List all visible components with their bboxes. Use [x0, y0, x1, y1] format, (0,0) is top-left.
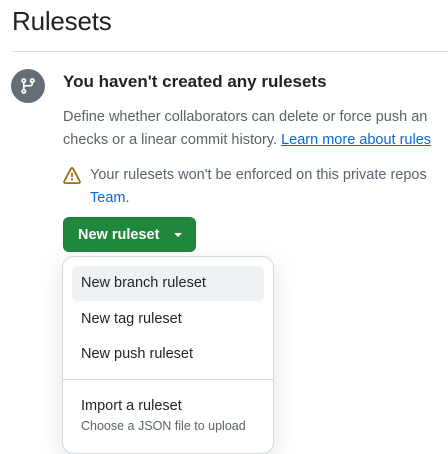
- new-ruleset-label: New ruleset: [78, 226, 160, 243]
- title-divider: [12, 51, 448, 52]
- menu-item-new-tag-ruleset[interactable]: New tag ruleset: [72, 302, 264, 337]
- menu-item-label: New push ruleset: [81, 346, 194, 362]
- learn-more-link[interactable]: Learn more about rules: [281, 132, 431, 148]
- import-ruleset-label: Import a ruleset: [81, 398, 182, 414]
- blankslate-description: Define whether collaborators can delete …: [63, 106, 448, 152]
- description-line-1: Define whether collaborators can delete …: [63, 109, 428, 125]
- warning-text: Your rulesets won't be enforced on this …: [90, 167, 427, 183]
- triangle-down-icon: [174, 233, 182, 237]
- menu-item-new-push-ruleset[interactable]: New push ruleset: [72, 337, 264, 372]
- menu-item-new-branch-ruleset[interactable]: New branch ruleset: [72, 266, 264, 301]
- page-title: Rulesets: [12, 6, 112, 36]
- new-ruleset-button[interactable]: New ruleset: [63, 217, 196, 252]
- new-ruleset-menu: New branch ruleset New tag ruleset New p…: [62, 256, 274, 454]
- menu-divider: [63, 379, 273, 380]
- menu-item-import-ruleset[interactable]: Import a ruleset Choose a JSON file to u…: [72, 388, 264, 444]
- blankslate-heading: You haven't created any rulesets: [63, 72, 327, 91]
- menu-item-label: New tag ruleset: [81, 311, 182, 327]
- alert-triangle-icon: [63, 167, 81, 185]
- description-line-2-text: checks or a linear commit history.: [63, 132, 282, 148]
- menu-item-label: New branch ruleset: [81, 275, 206, 291]
- git-branch-icon: [11, 69, 45, 103]
- team-plan-link[interactable]: Team.: [90, 187, 130, 210]
- import-ruleset-description: Choose a JSON file to upload: [81, 419, 246, 433]
- description-line-2: checks or a linear commit history. Learn…: [63, 129, 448, 152]
- rulesets-page: Rulesets You haven't created any ruleset…: [0, 0, 448, 454]
